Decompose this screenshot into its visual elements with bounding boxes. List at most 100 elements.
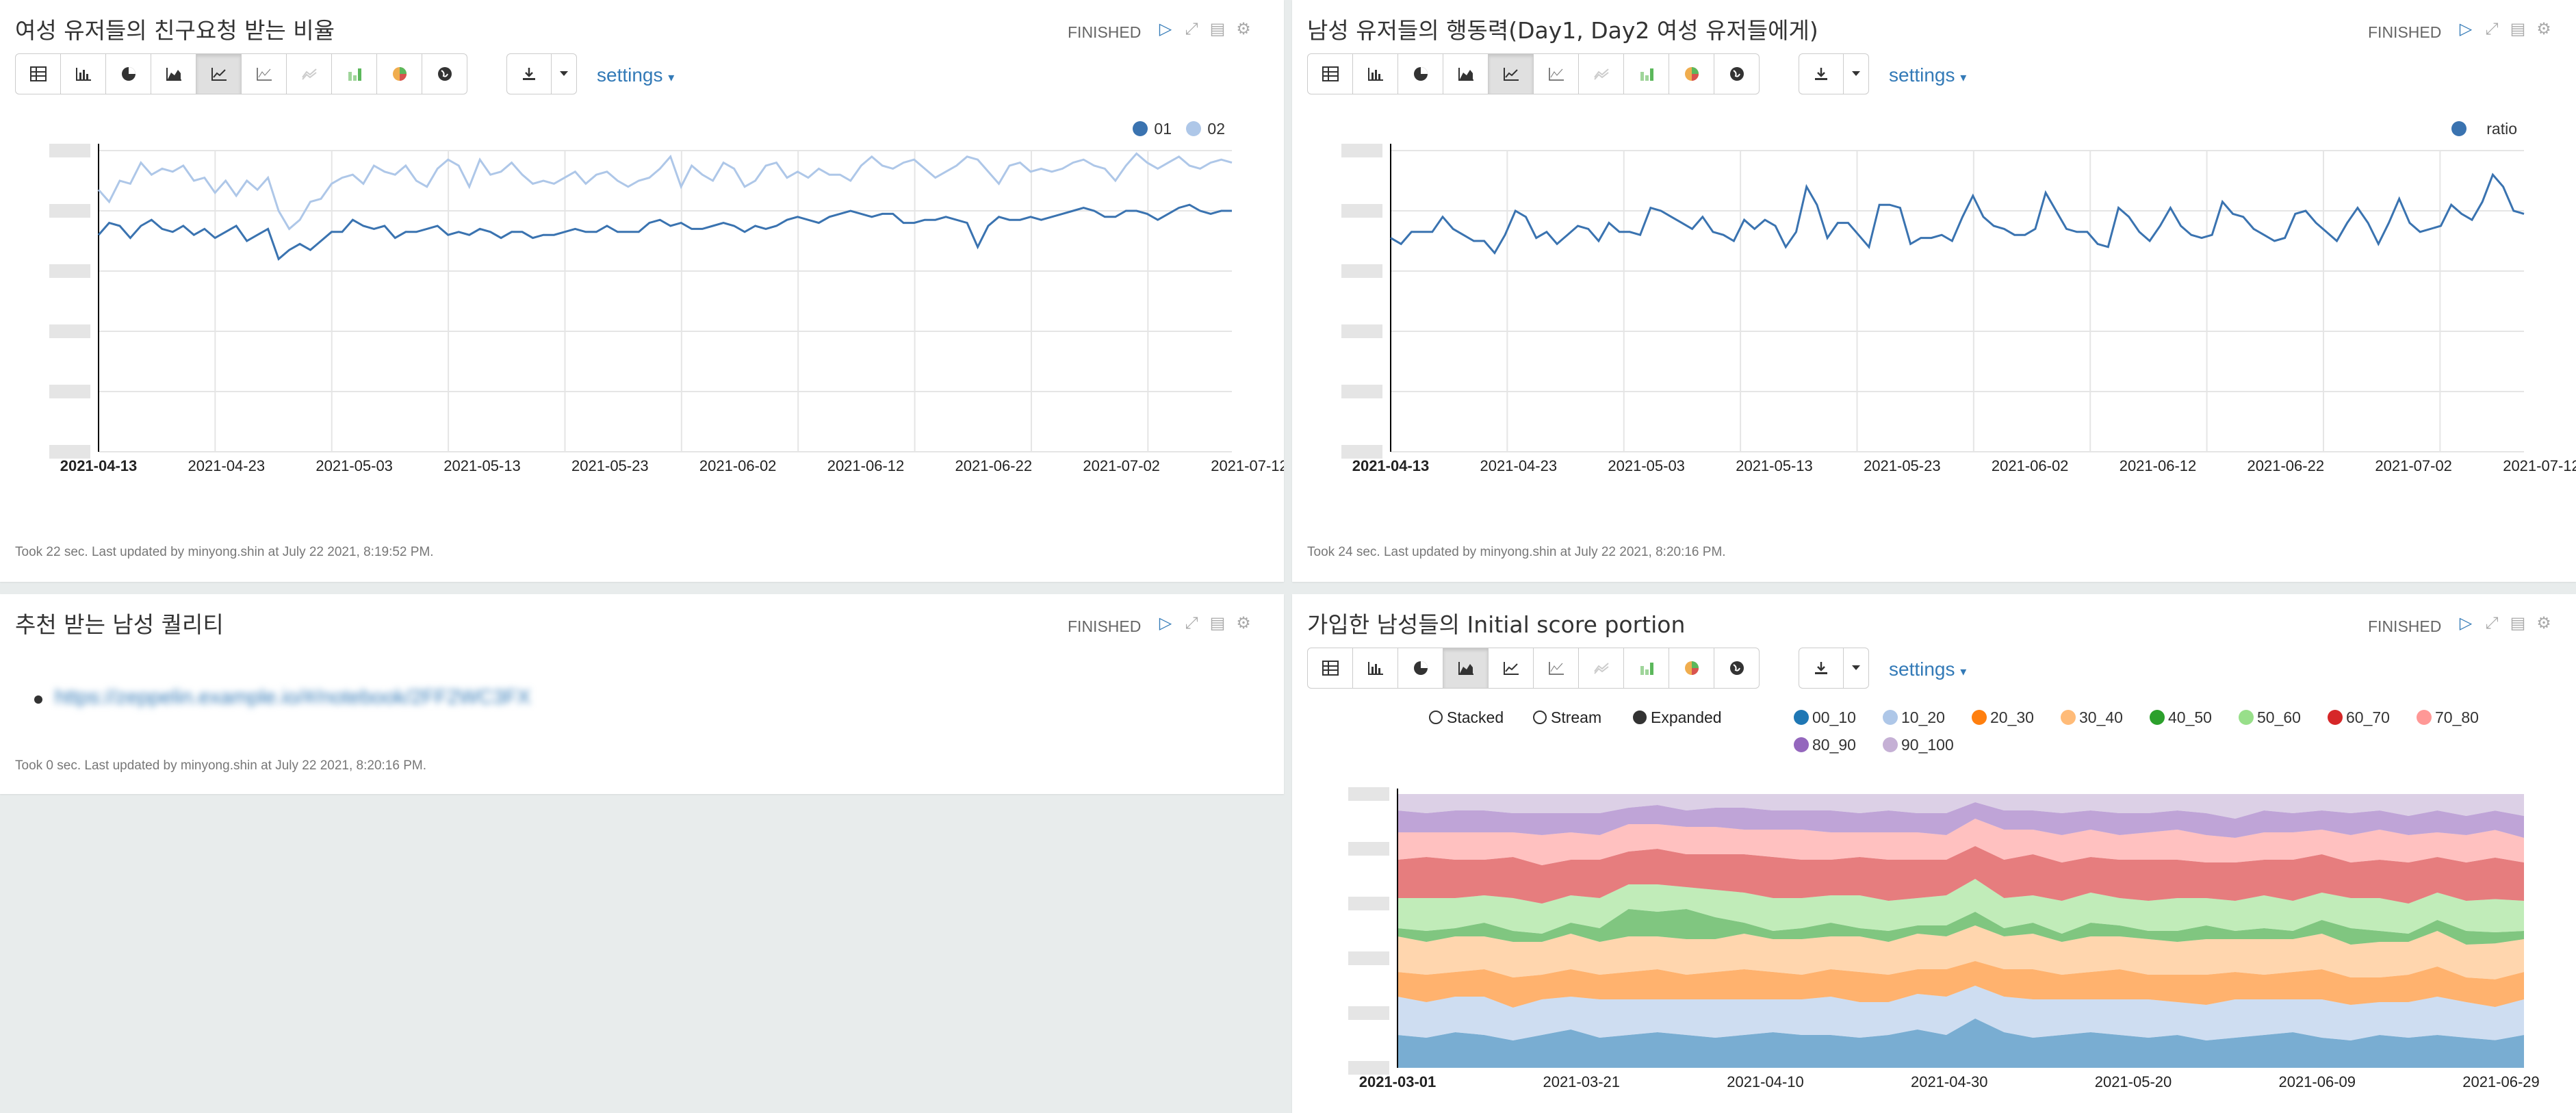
area-chart-button[interactable] — [1443, 53, 1489, 94]
map-button[interactable] — [1714, 53, 1760, 94]
caret-down-icon: ▾ — [1960, 71, 1967, 84]
gear-icon[interactable]: ⚙ — [2535, 615, 2553, 632]
pie-chart-button[interactable] — [105, 53, 151, 94]
download-dropdown-button[interactable] — [1843, 53, 1869, 94]
scatter-line-button[interactable] — [1578, 648, 1624, 689]
gear-icon[interactable]: ⚙ — [1235, 21, 1252, 38]
download-icon — [1815, 662, 1827, 674]
area-chart-button[interactable] — [1443, 648, 1489, 689]
pie-color-button[interactable] — [376, 53, 422, 94]
radio-stacked — [1429, 711, 1443, 724]
scatter-line-button[interactable] — [286, 53, 332, 94]
table-view-button[interactable] — [1307, 648, 1353, 689]
radio-label: Expanded — [1651, 708, 1722, 726]
x-tick-label: 2021-07-02 — [2375, 457, 2452, 474]
settings-dropdown[interactable]: settings ▾ — [1889, 658, 1966, 680]
paragraph-footer: Took 0 sec. Last updated by minyong.shin… — [15, 758, 426, 773]
scatter-line-button[interactable] — [1578, 53, 1624, 94]
x-tick-label: 2021-05-03 — [1608, 457, 1685, 474]
x-tick-label: 2021-07-02 — [1083, 457, 1160, 474]
line-chart-button[interactable] — [196, 53, 242, 94]
legend-dot — [2328, 710, 2343, 725]
map-button[interactable] — [422, 53, 467, 94]
legend-label: 70_80 — [2435, 708, 2479, 726]
download-button[interactable] — [1799, 648, 1844, 689]
download-dropdown-button[interactable] — [551, 53, 577, 94]
paragraph-panel-4: 가입한 남성들의 Initial score portion FINISHED … — [1292, 594, 2576, 1113]
line-chart-button[interactable] — [1488, 53, 1534, 94]
legend-label: 00_10 — [1812, 708, 1856, 726]
book-icon[interactable]: ▤ — [1209, 615, 1226, 632]
chart-toolbar — [15, 53, 467, 94]
stacked-area-chart: Stacked Stream Expanded 00_10 10_20 20_30 30_4… — [1348, 708, 2540, 1090]
book-icon[interactable]: ▤ — [2509, 615, 2527, 632]
book-icon[interactable]: ▤ — [2509, 21, 2527, 38]
map-button[interactable] — [1714, 648, 1760, 689]
run-icon[interactable]: ▷ — [2457, 21, 2475, 38]
book-icon[interactable]: ▤ — [1209, 21, 1226, 38]
legend-label: 80_90 — [1812, 736, 1856, 754]
expand-icon[interactable]: ⤢ — [1183, 21, 1200, 38]
table-view-button[interactable] — [1307, 53, 1353, 94]
legend-dot — [1794, 737, 1809, 752]
panel-title: 가입한 남성들의 Initial score portion — [1307, 611, 1686, 638]
pie-chart-button[interactable] — [1398, 53, 1443, 94]
green-bar-button[interactable] — [1623, 648, 1669, 689]
pie-chart-button[interactable] — [1398, 648, 1443, 689]
status-label: FINISHED — [1068, 617, 1142, 635]
notebook-link[interactable]: https://zeppelin.example.io/#/notebook/2… — [55, 686, 530, 709]
radio-stream — [1533, 711, 1547, 724]
legend-dot — [1883, 710, 1898, 725]
multi-line-icon — [301, 68, 317, 80]
y-tick-label — [1341, 204, 1382, 218]
table-view-button[interactable] — [15, 53, 61, 94]
x-tick-label: 2021-06-12 — [827, 457, 905, 474]
gear-icon[interactable]: ⚙ — [2535, 21, 2553, 38]
x-tick-label: 2021-04-23 — [188, 457, 266, 474]
area-chart-icon — [1458, 68, 1473, 81]
pie-color-button[interactable] — [1669, 648, 1714, 689]
x-tick-label: 2021-06-02 — [699, 457, 777, 474]
y-tick-label — [1341, 324, 1382, 338]
legend-dot — [1883, 737, 1898, 752]
caret-down-icon: ▾ — [1960, 665, 1967, 678]
x-tick-label: 2021-04-23 — [1480, 457, 1558, 474]
y-tick-label — [1348, 897, 1389, 910]
run-icon[interactable]: ▷ — [1157, 615, 1174, 632]
scatter-chart-button[interactable] — [1533, 53, 1579, 94]
settings-dropdown[interactable]: settings ▾ — [1889, 64, 1966, 86]
legend-label: 30_40 — [2079, 708, 2123, 726]
green-bar-button[interactable] — [1623, 53, 1669, 94]
run-icon[interactable]: ▷ — [1157, 21, 1174, 38]
settings-label: settings — [597, 64, 663, 86]
paragraph-panel-2: 남성 유저들의 행동력(Day1, Day2 여성 유저들에게) FINISHE… — [1292, 0, 2576, 582]
area-chart-button[interactable] — [151, 53, 196, 94]
green-bar-button[interactable] — [331, 53, 377, 94]
y-tick-label — [1341, 144, 1382, 157]
settings-dropdown[interactable]: settings ▾ — [597, 64, 674, 86]
bar-chart-button[interactable] — [1352, 648, 1398, 689]
table-icon — [1322, 661, 1339, 676]
gear-icon[interactable]: ⚙ — [1235, 615, 1252, 632]
line-chart-button[interactable] — [1488, 648, 1534, 689]
run-icon[interactable]: ▷ — [2457, 615, 2475, 632]
bar-chart-button[interactable] — [1352, 53, 1398, 94]
bar-chart-icon — [1367, 662, 1383, 675]
download-group — [1799, 648, 1869, 689]
download-button[interactable] — [506, 53, 552, 94]
settings-label: settings — [1889, 64, 1955, 86]
legend-label: 90_100 — [1901, 736, 1954, 754]
radio-expanded — [1633, 711, 1647, 724]
download-dropdown-button[interactable] — [1843, 648, 1869, 689]
expand-icon[interactable]: ⤢ — [2483, 615, 2501, 632]
download-button[interactable] — [1799, 53, 1844, 94]
table-icon — [1322, 66, 1339, 81]
multi-line-icon — [1593, 663, 1609, 674]
scatter-chart-button[interactable] — [241, 53, 287, 94]
legend-dot — [2239, 710, 2254, 725]
expand-icon[interactable]: ⤢ — [2483, 21, 2501, 38]
expand-icon[interactable]: ⤢ — [1183, 615, 1200, 632]
pie-color-button[interactable] — [1669, 53, 1714, 94]
bar-chart-button[interactable] — [60, 53, 106, 94]
scatter-chart-button[interactable] — [1533, 648, 1579, 689]
